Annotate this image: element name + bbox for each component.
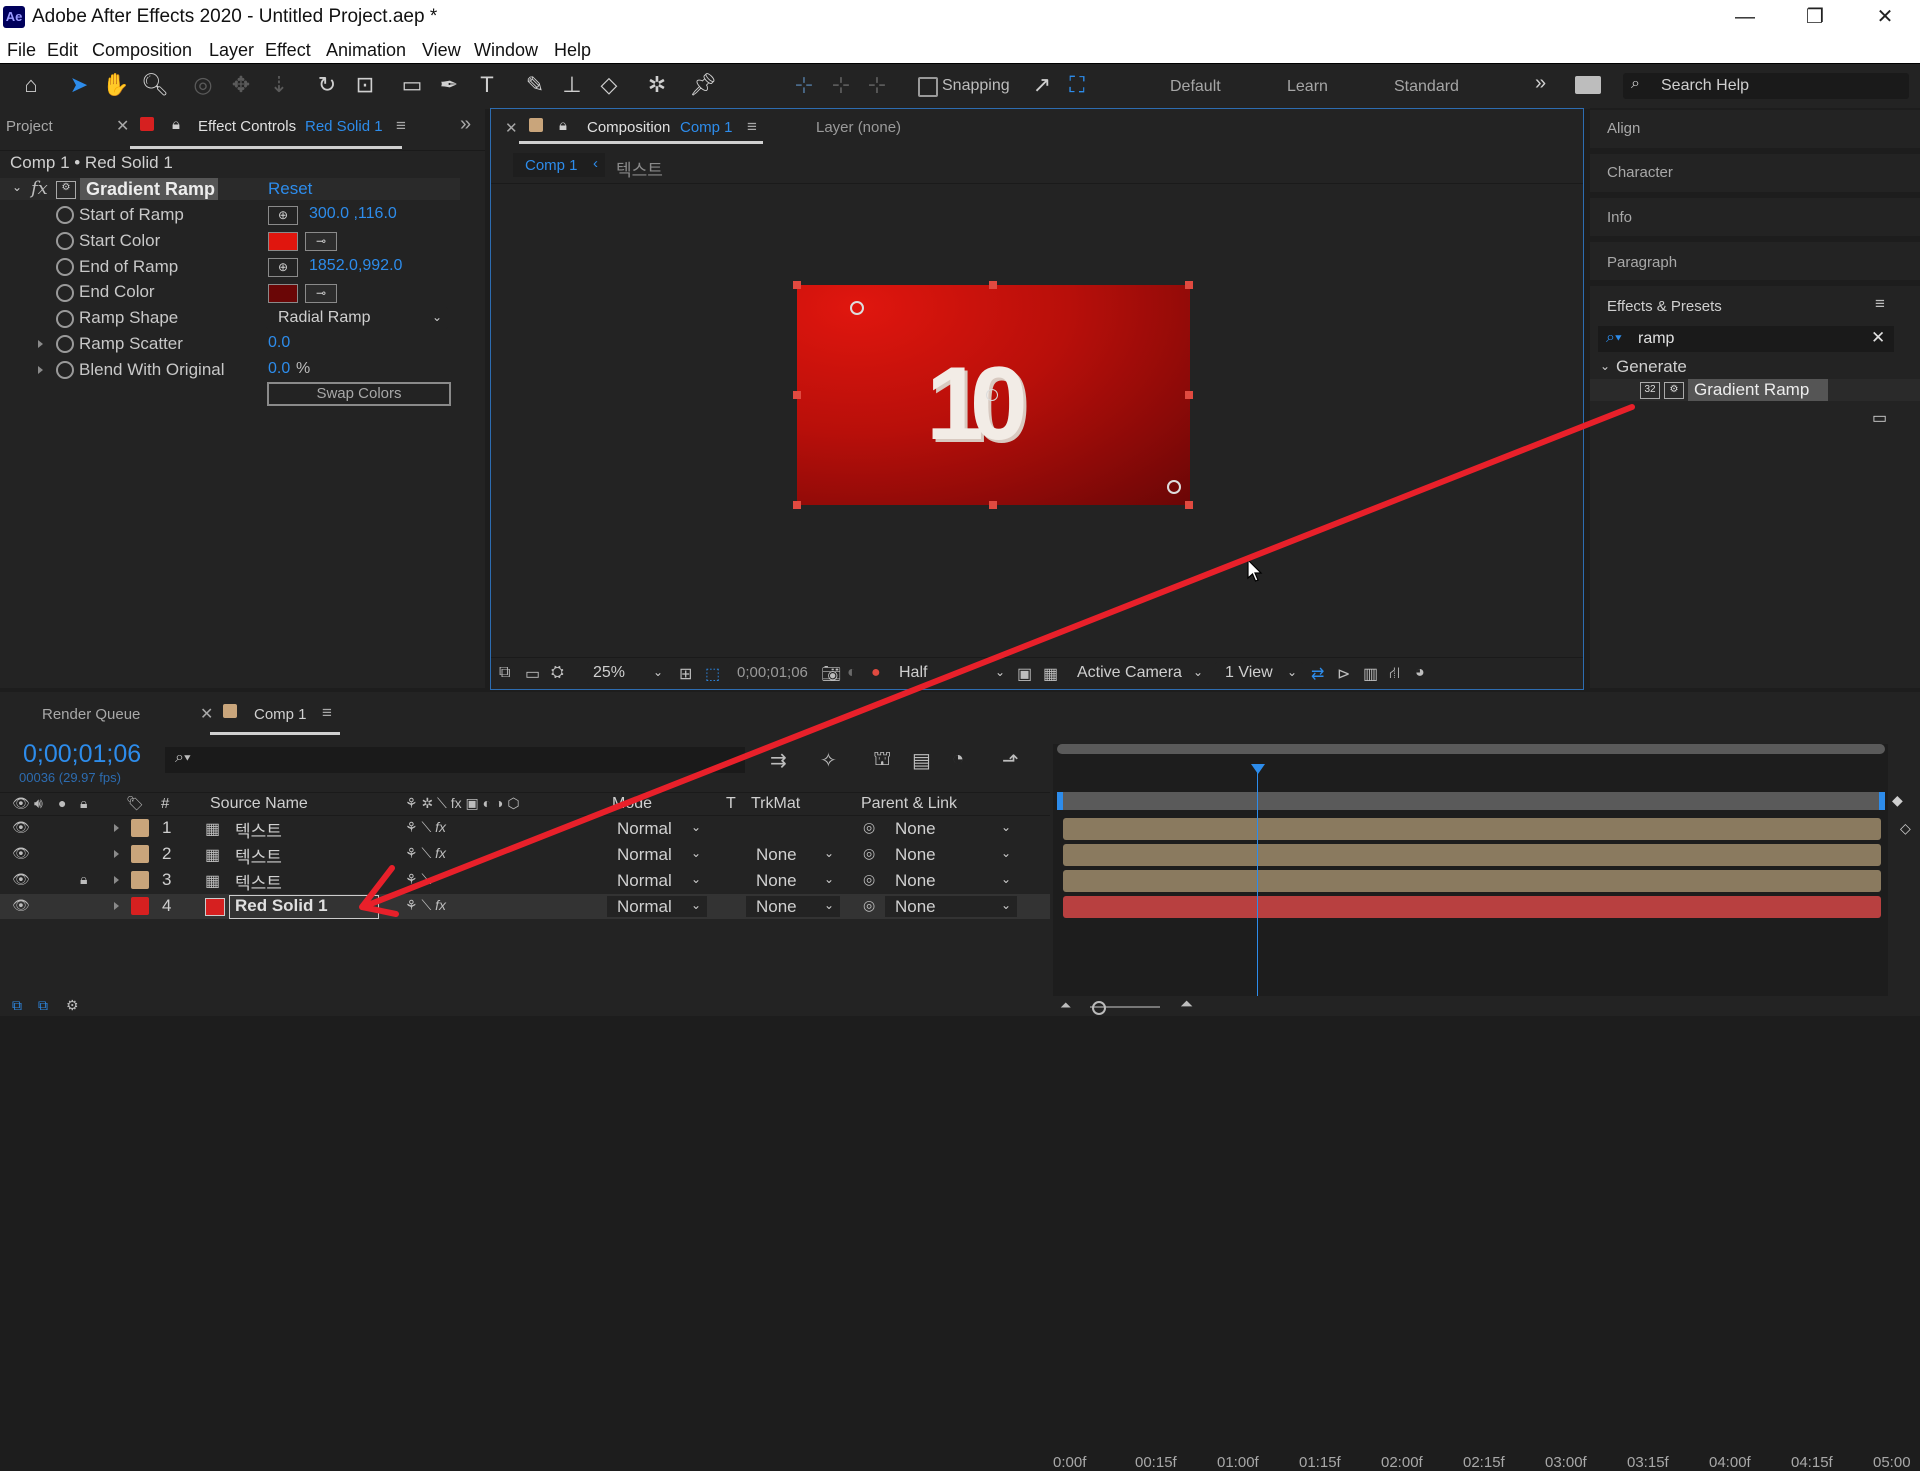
annotation-arrow-head <box>359 865 399 917</box>
ruler-tick-label: 03:15f <box>1627 1454 1669 1471</box>
ruler-tick-label: 04:15f <box>1791 1454 1833 1471</box>
ruler-tick-label: 04:00f <box>1709 1454 1751 1471</box>
ruler-tick-label: 02:15f <box>1463 1454 1505 1471</box>
annotation-arrow-line <box>365 404 1635 908</box>
ruler-tick-label: 00:15f <box>1135 1454 1177 1471</box>
annotation-arrow <box>359 404 1635 917</box>
ruler-tick-label: 05:00 <box>1873 1454 1911 1471</box>
ruler-tick-label: 01:00f <box>1217 1454 1259 1471</box>
ruler-tick-label: 0:00f <box>1053 1454 1087 1471</box>
ruler-tick-label: 02:00f <box>1381 1454 1423 1471</box>
ruler-tick-label: 01:15f <box>1299 1454 1341 1471</box>
ruler-tick-label: 03:00f <box>1545 1454 1587 1471</box>
